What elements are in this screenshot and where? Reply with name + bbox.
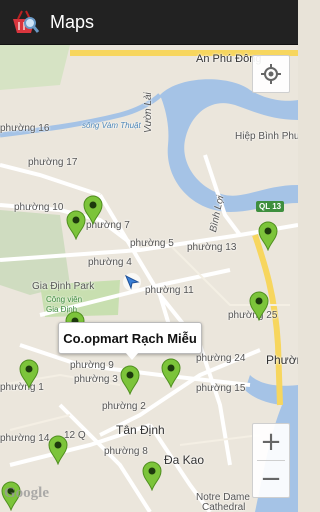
store-marker[interactable] (141, 461, 163, 491)
zoom-out-button[interactable]: − (253, 461, 289, 497)
google-logo: Google (4, 485, 49, 501)
map-label: Công viên (46, 295, 83, 304)
map-label: Đa Kao (164, 453, 205, 467)
info-window-tail (125, 352, 139, 360)
current-location-arrow-icon (123, 273, 141, 291)
map-label: phường 16 (0, 123, 50, 134)
map-label: phường 2 (102, 401, 146, 412)
map-label: phường 24 (196, 353, 246, 364)
store-marker[interactable] (248, 291, 270, 321)
store-marker[interactable] (18, 359, 40, 389)
map-label: phường 11 (145, 285, 194, 296)
map-label: phường 4 (88, 257, 132, 268)
zoom-controls: + − (252, 423, 290, 498)
map-label: phường 15 (196, 383, 246, 394)
map-label: sông Vàm Thuật (82, 121, 141, 130)
zoom-in-button[interactable]: + (253, 424, 289, 460)
store-marker[interactable] (119, 365, 141, 395)
highway-shield: QL 13 (256, 201, 285, 212)
my-location-button[interactable] (252, 55, 290, 93)
my-location-icon (261, 64, 281, 84)
store-marker[interactable] (160, 358, 182, 388)
map-label: phường 8 (104, 446, 148, 457)
map-label: Hiệp Bình Phước (235, 131, 298, 142)
marker-info-window[interactable]: Co.opmart Rạch Miễu (58, 322, 202, 354)
map-label: Vườn Lài (143, 92, 154, 133)
map-label: phường 17 (28, 157, 78, 168)
basket-search-icon[interactable] (10, 7, 40, 37)
app-title: Maps (50, 11, 95, 32)
map-label: phường 14 (0, 433, 50, 444)
store-marker[interactable] (47, 435, 69, 465)
map-label: phường 3 (74, 374, 118, 385)
map-label: Cathedral (202, 502, 246, 512)
map-label: Gia Định Park (32, 281, 95, 292)
map-label: phường 13 (187, 242, 237, 253)
action-bar: Maps (0, 0, 298, 45)
map-label: phường 9 (70, 360, 114, 371)
map-label: phường 10 (14, 202, 64, 213)
map-label: Tân Định (116, 423, 165, 437)
map-label: Phườn (266, 353, 298, 367)
store-marker[interactable] (65, 210, 87, 240)
store-marker[interactable] (257, 221, 279, 251)
map-view[interactable]: An Phú Đông sông Vàm Thuật Vườn Lài phườ… (0, 45, 298, 512)
map-label: phường 5 (130, 238, 174, 249)
